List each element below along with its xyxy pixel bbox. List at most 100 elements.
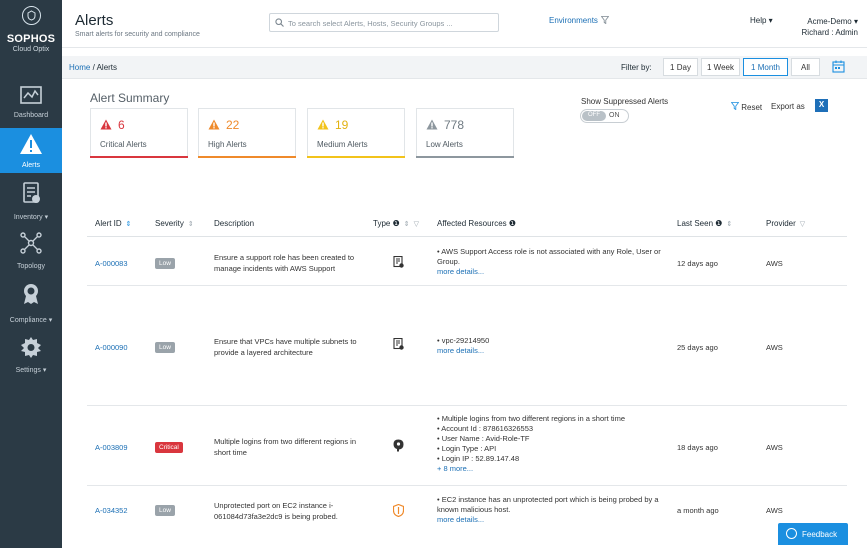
high-warning-icon [208,119,220,130]
low-alerts-card[interactable]: 778 Low Alerts [416,108,514,158]
column-alert-id[interactable]: Alert ID ⇕ [95,219,132,228]
alert-description: Unprotected port on EC2 instance i-06108… [214,501,338,521]
severity-badge: Low [155,342,175,353]
column-provider[interactable]: Provider ▽ [766,219,805,228]
sort-icon[interactable]: ⇕ [126,221,132,228]
provider: AWS [766,506,783,515]
sidebar-item-inventory[interactable]: Inventory ▾ [0,182,62,222]
column-last-seen[interactable]: Last Seen ❶ ⇕ [677,219,732,228]
breadcrumb-bar: Home / Alerts Filter by: 1 Day 1 Week 1 … [62,56,867,79]
alerts-table-header: Alert ID ⇕ Severity ⇕ Description Type ❶ ⇕ ▽… [87,209,847,237]
environments-filter[interactable]: Environments [549,16,610,25]
filter-1-week[interactable]: 1 Week [701,58,740,76]
resource-line: • Login Type : API [437,444,497,453]
column-label: Severity [155,219,184,228]
sidebar-item-label: Settings ▾ [15,367,47,374]
alert-id-link[interactable]: A-034352 [95,506,128,515]
environments-label: Environments [549,16,598,25]
severity-badge: Critical [155,442,183,453]
more-details-link[interactable]: more details... [437,346,669,356]
column-affected-resources: Affected Resources ❶ [437,219,516,228]
inventory-icon [23,182,40,203]
more-resources-link[interactable]: + 8 more... [437,464,669,474]
top-header: Alerts Smart alerts for security and com… [62,0,867,48]
more-details-link[interactable]: more details... [437,267,669,277]
column-label: Last Seen [677,219,714,228]
sophos-logo[interactable]: SOPHOS Cloud Optix [0,0,62,68]
alert-icon [20,134,42,154]
last-seen: 25 days ago [677,343,718,352]
sort-icon[interactable]: ⇕ [726,221,732,228]
feedback-button[interactable]: Feedback [778,523,848,545]
table-row[interactable]: A-034352 Low Unprotected port on EC2 ins… [87,486,847,531]
policy-icon [393,256,404,268]
alert-id-link[interactable]: A-003809 [95,443,128,452]
filter-all[interactable]: All [791,58,820,76]
account-menu[interactable]: Acme-Demo ▾ Richard : Admin [788,16,858,38]
reset-button[interactable]: Reset [730,102,762,112]
medium-count: 19 [335,118,349,132]
medium-warning-icon [317,119,329,130]
last-seen: 12 days ago [677,259,718,268]
sidebar-item-compliance[interactable]: Compliance ▾ [0,283,62,324]
column-description: Description [214,219,255,228]
table-row[interactable]: A-000083 Low Ensure a support role has b… [87,238,847,286]
product-name: Cloud Optix [12,46,50,53]
funnel-icon[interactable]: ▽ [800,221,805,228]
shield-icon [393,504,404,517]
last-seen: 18 days ago [677,443,718,452]
column-label: Type [373,219,391,228]
calendar-icon[interactable] [832,60,845,73]
filter-1-month[interactable]: 1 Month [743,58,788,76]
account-name: Acme-Demo ▾ [807,17,858,26]
funnel-icon[interactable]: ▽ [414,221,419,228]
toggle-on-label: ON [609,112,620,119]
alert-summary-title: Alert Summary [90,91,170,105]
alert-id-link[interactable]: A-000090 [95,343,128,352]
sort-icon[interactable]: ⇕ [188,221,194,228]
sidebar-item-label: Inventory ▾ [13,214,49,221]
breadcrumb-home-link[interactable]: Home [69,63,90,72]
column-type[interactable]: Type ❶ ⇕ ▽ [373,219,419,228]
excel-export-icon[interactable]: X [815,99,828,112]
suppressed-alerts-toggle[interactable]: OFF ON [580,109,629,123]
alert-description: Multiple logins from two different regio… [214,437,357,457]
search-input[interactable]: To search select Alerts, Hosts, Security… [269,13,499,32]
medium-alerts-card[interactable]: 19 Medium Alerts [307,108,405,158]
table-row[interactable]: A-003809 Critical Multiple logins from t… [87,406,847,486]
breadcrumb: Home / Alerts [69,63,117,72]
sort-icon[interactable]: ⇕ [404,221,410,228]
high-alerts-card[interactable]: 22 High Alerts [198,108,296,158]
critical-alerts-card[interactable]: 6 Critical Alerts [90,108,188,158]
sidebar-item-alerts[interactable]: Alerts [0,128,62,173]
table-row[interactable]: A-000090 Low Ensure that VPCs have multi… [87,286,847,406]
info-icon: ❶ [508,219,517,228]
sidebar-item-label: Alerts [22,162,40,169]
search-icon [275,18,284,27]
more-details-link[interactable]: more details... [437,515,669,525]
alert-id-link[interactable]: A-000083 [95,259,128,268]
feedback-label: Feedback [802,530,838,539]
help-menu[interactable]: Help ▾ [750,16,773,25]
resource-line: • vpc-29214950 [437,336,490,345]
resource-line: • Account Id : 878616326553 [437,424,534,433]
resource-line: • Multiple logins from two different reg… [437,414,625,423]
high-label: High Alerts [208,140,247,149]
affected-resources: • Multiple logins from two different reg… [437,414,669,474]
high-count: 22 [226,118,240,132]
policy-icon [393,338,404,350]
provider: AWS [766,443,783,452]
info-icon: ❶ [715,219,723,228]
filter-1-day[interactable]: 1 Day [663,58,698,76]
sidebar-item-dashboard[interactable]: Dashboard [0,84,62,124]
last-seen: a month ago [677,506,719,515]
alert-description: Ensure that VPCs have multiple subnets t… [214,337,357,357]
resource-line: • User Name : Avid-Role-TF [437,434,530,443]
export-button[interactable]: Export as [771,102,805,111]
low-warning-icon [426,119,438,130]
sidebar-item-topology[interactable]: Topology [0,232,62,272]
column-severity[interactable]: Severity ⇕ [155,219,194,228]
sidebar-item-settings[interactable]: Settings ▾ [0,336,62,376]
sidebar: SOPHOS Cloud Optix Dashboard Alerts Inve… [0,0,62,548]
critical-warning-icon [100,119,112,130]
